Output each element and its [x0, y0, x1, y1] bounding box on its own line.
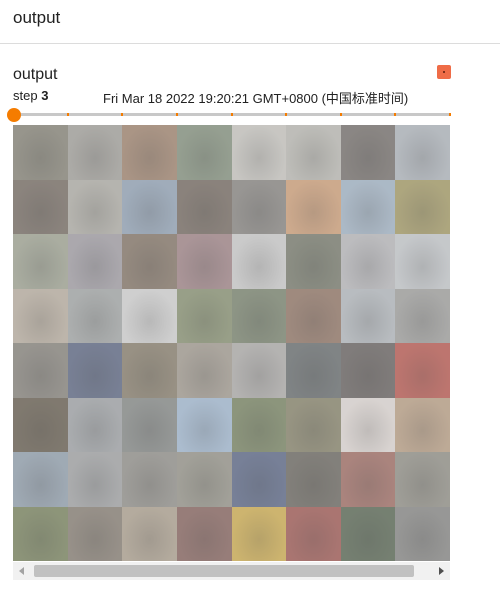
grid-image-cell — [67, 506, 123, 561]
grid-image-cell — [122, 452, 177, 507]
grid-image-cell — [176, 343, 232, 398]
grid-image-cell — [286, 125, 341, 180]
slider-tick — [175, 113, 178, 116]
slider-tick — [121, 113, 124, 116]
slider-tick — [230, 113, 233, 116]
grid-image-cell — [122, 234, 177, 289]
grid-image-cell — [176, 506, 232, 561]
grid-image-cell — [176, 234, 232, 289]
grid-image-cell — [395, 125, 450, 180]
grid-image-cell — [67, 179, 123, 234]
image-card: output step 3 Fri Mar 18 2022 19:20:21 G… — [0, 45, 500, 599]
image-grid — [13, 125, 450, 561]
grid-image-cell — [286, 179, 341, 234]
grid-image-cell — [340, 506, 396, 561]
scroll-left-icon[interactable] — [13, 562, 31, 580]
grid-image-cell — [176, 397, 232, 452]
grid-image-cell — [122, 288, 177, 343]
grid-image-cell — [340, 452, 396, 507]
grid-image-cell — [67, 397, 123, 452]
grid-image-cell — [231, 397, 287, 452]
grid-image-cell — [231, 506, 287, 561]
step-label: step — [13, 88, 42, 103]
grid-image-cell — [395, 506, 450, 561]
grid-image-cell — [340, 179, 396, 234]
grid-image-cell — [13, 452, 68, 507]
grid-image-cell — [122, 343, 177, 398]
scrollbar-thumb[interactable] — [34, 565, 414, 577]
grid-image-cell — [122, 397, 177, 452]
grid-image-cell — [395, 397, 450, 452]
grid-image-cell — [340, 397, 396, 452]
grid-image-cell — [286, 288, 341, 343]
grid-image-cell — [231, 288, 287, 343]
timestamp: Fri Mar 18 2022 19:20:21 GMT+0800 (中国标准时… — [103, 91, 409, 106]
grid-image-cell — [286, 397, 341, 452]
tensorboard-image-page: output output step 3 Fri Mar 18 2022 19:… — [0, 0, 500, 599]
grid-image-cell — [13, 343, 68, 398]
scroll-right-icon[interactable] — [432, 562, 450, 580]
grid-image-cell — [395, 343, 450, 398]
grid-image-cell — [395, 179, 450, 234]
expand-icon — [443, 71, 445, 73]
grid-image-cell — [122, 506, 177, 561]
slider-tick — [66, 113, 69, 116]
grid-image-cell — [340, 234, 396, 289]
grid-image-cell — [13, 506, 68, 561]
grid-image-cell — [395, 452, 450, 507]
grid-image-cell — [231, 234, 287, 289]
slider-tick — [449, 113, 451, 116]
grid-image-cell — [13, 288, 68, 343]
slider-tick — [285, 113, 288, 116]
grid-image-cell — [395, 234, 450, 289]
grid-image-cell — [340, 288, 396, 343]
slider-tick — [339, 113, 342, 116]
step-slider-thumb[interactable] — [7, 108, 21, 122]
grid-image-cell — [122, 125, 177, 180]
grid-image-cell — [286, 452, 341, 507]
grid-image-cell — [176, 179, 232, 234]
card-title: output — [13, 66, 58, 83]
grid-image-cell — [231, 125, 287, 180]
grid-image-cell — [231, 179, 287, 234]
grid-image-cell — [13, 125, 68, 180]
page-header: output — [0, 0, 500, 44]
grid-image-cell — [340, 125, 396, 180]
grid-image-cell — [286, 343, 341, 398]
horizontal-scrollbar[interactable] — [13, 562, 450, 580]
grid-image-cell — [13, 179, 68, 234]
grid-image-cell — [67, 343, 123, 398]
grid-image-cell — [286, 234, 341, 289]
step-indicator: step 3 — [13, 88, 48, 103]
step-value: 3 — [41, 88, 49, 103]
grid-image-cell — [176, 452, 232, 507]
grid-image-cell — [122, 179, 177, 234]
grid-image-cell — [176, 288, 232, 343]
page-title: output — [13, 8, 61, 27]
grid-image-cell — [176, 125, 232, 180]
grid-image-cell — [13, 397, 68, 452]
grid-image-cell — [395, 288, 450, 343]
slider-tick — [394, 113, 397, 116]
grid-image-cell — [67, 125, 123, 180]
grid-image-cell — [13, 234, 68, 289]
grid-image-cell — [286, 506, 341, 561]
grid-image-cell — [67, 452, 123, 507]
grid-image-cell — [231, 343, 287, 398]
grid-image-cell — [231, 452, 287, 507]
grid-image-cell — [67, 288, 123, 343]
grid-image-cell — [340, 343, 396, 398]
grid-image-cell — [67, 234, 123, 289]
expand-button[interactable] — [437, 65, 451, 79]
